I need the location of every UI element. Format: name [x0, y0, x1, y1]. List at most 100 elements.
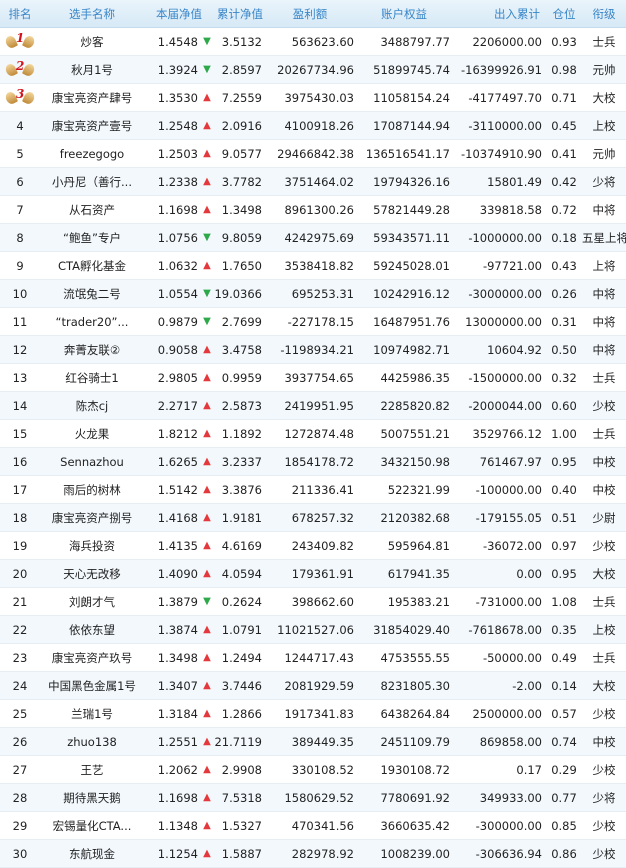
pnl-value: 3975430.03 — [284, 90, 354, 105]
player-name-link[interactable]: 东航现金 — [40, 846, 144, 862]
player-name-link[interactable]: 小丹尼（善行... — [40, 174, 144, 190]
table-row[interactable]: 20 天心无改移 1.4090 ▲ 4.0594 179361.91 617941.35 0.… — [0, 560, 626, 588]
nav-value: 1.2548 — [157, 118, 198, 133]
player-name-link[interactable]: 兰瑞1号 — [40, 706, 144, 722]
table-row[interactable]: 11 “trader20”... 0.9879 ▼ 2.7699 -227178.15 16… — [0, 308, 626, 336]
player-name-link[interactable]: 天心无改移 — [40, 566, 144, 582]
table-row[interactable]: 28 期待黑天鹅 1.1698 ▲ 7.5318 1580629.52 7780691.92… — [0, 784, 626, 812]
nav-value: 1.2503 — [157, 146, 198, 161]
player-name-link[interactable]: “trader20”... — [40, 315, 144, 329]
cum-nav-value: 2.5873 — [221, 398, 262, 413]
col-flow-header[interactable]: 出入累计 — [454, 6, 546, 22]
flow-value: -50000.00 — [482, 650, 542, 665]
col-nav-header[interactable]: 本届净值 — [144, 6, 214, 22]
col-cum-nav-header[interactable]: 累计净值 — [214, 6, 266, 22]
player-name-link[interactable]: 陈杰cj — [40, 398, 144, 414]
nav-value: 1.3879 — [157, 594, 198, 609]
flow-value: -179155.05 — [475, 510, 542, 525]
table-row[interactable]: 9 CTA孵化基金 1.0632 ▲ 1.7650 3538418.82 59245028.… — [0, 252, 626, 280]
col-equity-header[interactable]: 账户权益 — [358, 6, 454, 22]
table-row[interactable]: 23 康宝亮资产玖号 1.3498 ▲ 1.2494 1244717.43 4753555.… — [0, 644, 626, 672]
cum-nav-value: 1.0791 — [221, 622, 262, 637]
player-name-link[interactable]: 雨后的树林 — [40, 482, 144, 498]
pnl-value: 8961300.26 — [284, 202, 354, 217]
equity-value: 5007551.21 — [380, 426, 450, 441]
player-name-link[interactable]: 从石资产 — [40, 202, 144, 218]
flow-value: 10604.92 — [487, 342, 542, 357]
player-name-link[interactable]: CTA孵化基金 — [40, 258, 144, 274]
player-name-link[interactable]: zhuo138 — [40, 735, 144, 749]
player-name-link[interactable]: 海兵投资 — [40, 538, 144, 554]
table-row[interactable]: 13 红谷骑士1 2.9805 ▲ 0.9959 3937754.65 4425986.35… — [0, 364, 626, 392]
player-name-link[interactable]: 火龙果 — [40, 426, 144, 442]
table-row[interactable]: 15 火龙果 1.8212 ▲ 1.1892 1272874.48 5007551.21 35… — [0, 420, 626, 448]
table-row[interactable]: 26 zhuo138 1.2551 ▲ 21.7119 389449.35 2451109.… — [0, 728, 626, 756]
player-name-link[interactable]: 康宝亮资产壹号 — [40, 118, 144, 134]
table-row[interactable]: 25 兰瑞1号 1.3184 ▲ 1.2866 1917341.83 6438264.84 2… — [0, 700, 626, 728]
player-name-link[interactable]: 红谷骑士1 — [40, 370, 144, 386]
col-name-header[interactable]: 选手名称 — [40, 6, 144, 22]
player-name-link[interactable]: 康宝亮资产捌号 — [40, 510, 144, 526]
pnl-value: 1272874.48 — [284, 426, 354, 441]
player-name-link[interactable]: 期待黑天鹅 — [40, 790, 144, 806]
player-name-link[interactable]: 宏锡量化CTA... — [40, 818, 144, 834]
player-name-link[interactable]: Sennazhou — [40, 455, 144, 469]
table-row[interactable]: 17 雨后的树林 1.5142 ▲ 3.3876 211336.41 522321.99 -1… — [0, 476, 626, 504]
table-row[interactable]: 3 康宝亮资产肆号 1.3530 ▲ 7.2559 3975430.03 11058154.… — [0, 84, 626, 112]
flow-value: 339818.58 — [479, 202, 542, 217]
table-row[interactable]: 2 秋月1号 1.3924 ▼ 2.8597 20267734.96 51899745.74… — [0, 56, 626, 84]
player-name-link[interactable]: 刘朗才气 — [40, 594, 144, 610]
cum-nav-value: 4.6169 — [221, 538, 262, 553]
arrow-up-icon: ▲ — [203, 792, 211, 803]
table-row[interactable]: 1 炒客 1.4548 ▼ 3.5132 563623.60 3488797.77 22060… — [0, 28, 626, 56]
equity-value: 3432150.98 — [380, 454, 450, 469]
table-row[interactable]: 12 奔菁友联② 0.9058 ▲ 3.4758 -1198934.21 10974982.… — [0, 336, 626, 364]
player-name-link[interactable]: 秋月1号 — [40, 62, 144, 78]
player-name-link[interactable]: 康宝亮资产玖号 — [40, 650, 144, 666]
player-name-link[interactable]: 奔菁友联② — [40, 342, 144, 358]
equity-value: 59245028.01 — [373, 258, 450, 273]
player-name-link[interactable]: freezegogo — [40, 147, 144, 161]
table-row[interactable]: 27 王艺 1.2062 ▲ 2.9908 330108.52 1930108.72 0.17… — [0, 756, 626, 784]
table-row[interactable]: 6 小丹尼（善行... 1.2338 ▲ 3.7782 3751464.02 1979432… — [0, 168, 626, 196]
col-pnl-header[interactable]: 盈利额 — [266, 6, 358, 22]
pnl-value: 3538418.82 — [284, 258, 354, 273]
player-name-link[interactable]: 王艺 — [40, 762, 144, 778]
table-row[interactable]: 21 刘朗才气 1.3879 ▼ 0.2624 398662.60 195383.21 -73… — [0, 588, 626, 616]
table-row[interactable]: 7 从石资产 1.1698 ▲ 1.3498 8961300.26 57821449.28 3… — [0, 196, 626, 224]
military-title: 大校 — [592, 90, 616, 105]
table-row[interactable]: 18 康宝亮资产捌号 1.4168 ▲ 1.9181 678257.32 2120382.6… — [0, 504, 626, 532]
pnl-value: 1854178.72 — [284, 454, 354, 469]
table-row[interactable]: 22 依依东望 1.3874 ▲ 1.0791 11021527.06 31854029.4… — [0, 616, 626, 644]
cum-nav-value: 2.7699 — [221, 314, 262, 329]
pnl-value: 211336.41 — [291, 482, 354, 497]
player-name-link[interactable]: 康宝亮资产肆号 — [40, 90, 144, 106]
table-row[interactable]: 5 freezegogo 1.2503 ▲ 9.0577 29466842.38 13651… — [0, 140, 626, 168]
player-name-link[interactable]: 依依东望 — [40, 622, 144, 638]
table-row[interactable]: 29 宏锡量化CTA... 1.1348 ▲ 1.5327 470341.56 366063… — [0, 812, 626, 840]
table-row[interactable]: 24 中国黑色金属1号 1.3407 ▲ 3.7446 2081929.59 8231805… — [0, 672, 626, 700]
player-name-link[interactable]: 中国黑色金属1号 — [40, 678, 144, 694]
table-row[interactable]: 10 流氓兔二号 1.0554 ▼ 19.0366 695253.31 10242916.1… — [0, 280, 626, 308]
col-position-header[interactable]: 仓位 — [546, 6, 582, 22]
col-title-header[interactable]: 衔级 — [582, 6, 626, 22]
table-row[interactable]: 30 东航现金 1.1254 ▲ 1.5887 282978.92 1008239.00 -3… — [0, 840, 626, 868]
position-value: 0.97 — [551, 538, 577, 553]
table-row[interactable]: 4 康宝亮资产壹号 1.2548 ▲ 2.0916 4100918.26 17087144.… — [0, 112, 626, 140]
player-name-link[interactable]: 炒客 — [40, 34, 144, 50]
equity-value: 1930108.72 — [380, 762, 450, 777]
arrow-up-icon: ▲ — [203, 372, 211, 383]
rank-number: 23 — [12, 650, 28, 665]
table-row[interactable]: 19 海兵投资 1.4135 ▲ 4.6169 243409.82 595964.81 -36… — [0, 532, 626, 560]
player-name-link[interactable]: 流氓兔二号 — [40, 286, 144, 302]
arrow-up-icon: ▲ — [203, 344, 211, 355]
col-rank-header[interactable]: 排名 — [0, 6, 40, 22]
rank-number: 2 — [16, 60, 25, 73]
table-row[interactable]: 16 Sennazhou 1.6265 ▲ 3.2337 1854178.72 343215… — [0, 448, 626, 476]
cum-nav-value: 2.0916 — [221, 118, 262, 133]
table-row[interactable]: 14 陈杰cj 2.2717 ▲ 2.5873 2419951.95 2285820.82 -… — [0, 392, 626, 420]
nav-value: 1.4168 — [157, 510, 198, 525]
pnl-value: 678257.32 — [291, 510, 354, 525]
player-name-link[interactable]: “鲍鱼”专户 — [40, 230, 144, 246]
table-row[interactable]: 8 “鲍鱼”专户 1.0756 ▼ 9.8059 4242975.69 59343571.1… — [0, 224, 626, 252]
